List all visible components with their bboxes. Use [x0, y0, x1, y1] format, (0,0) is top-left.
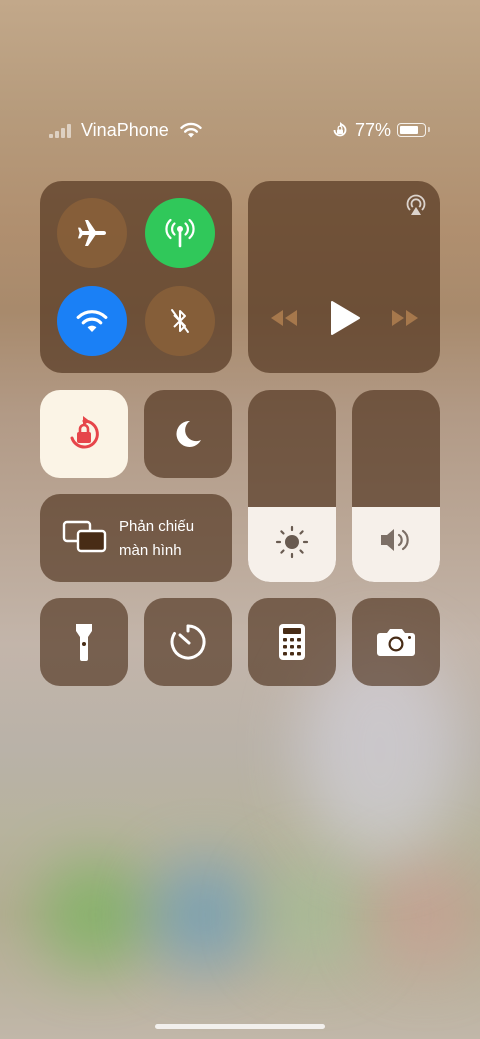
- rewind-icon: [271, 310, 297, 326]
- orientation-lock-icon: [331, 121, 349, 144]
- airplay-icon: [406, 194, 426, 215]
- wifi-icon: [76, 310, 108, 332]
- screen-mirroring-line1: Phản chiếu: [119, 518, 195, 535]
- wallpaper-blur: [260, 860, 370, 970]
- wifi-button[interactable]: [57, 286, 127, 356]
- connectivity-panel: [40, 181, 232, 373]
- airplane-icon: [78, 220, 106, 246]
- volume-slider[interactable]: [352, 390, 440, 582]
- moon-icon: [176, 420, 201, 447]
- camera-button[interactable]: [352, 598, 440, 686]
- camera-icon: [377, 629, 415, 656]
- airplane-mode-button[interactable]: [57, 198, 127, 268]
- fast-forward-button[interactable]: [389, 308, 421, 328]
- brightness-slider[interactable]: [248, 390, 336, 582]
- calculator-icon: [279, 624, 305, 660]
- home-indicator[interactable]: [155, 1024, 325, 1029]
- speaker-icon: [381, 529, 409, 551]
- battery-percent: 77%: [355, 120, 392, 140]
- play-icon: [331, 301, 360, 335]
- sun-icon: [275, 525, 309, 559]
- wallpaper-blur: [40, 860, 150, 970]
- play-button[interactable]: [328, 300, 362, 336]
- bluetooth-button[interactable]: [145, 286, 215, 356]
- orientation-lock-toggle[interactable]: [40, 390, 128, 478]
- flashlight-icon: [76, 624, 92, 661]
- wifi-icon: [179, 121, 203, 144]
- orientation-lock-icon: [70, 416, 99, 449]
- cellular-data-button[interactable]: [145, 198, 215, 268]
- cellular-data-icon: [165, 218, 195, 248]
- calculator-button[interactable]: [248, 598, 336, 686]
- carrier-name: VinaPhone: [81, 120, 169, 140]
- screen-mirroring-icon: [62, 520, 107, 553]
- media-panel: [248, 181, 440, 373]
- timer-icon: [170, 624, 206, 660]
- signal-icon: [49, 124, 75, 138]
- wallpaper-blur: [370, 860, 480, 970]
- rewind-button[interactable]: [268, 308, 300, 328]
- bluetooth-off-icon: [171, 309, 189, 333]
- fast-forward-icon: [392, 310, 418, 326]
- battery-icon: [397, 123, 430, 137]
- wallpaper-blur: [150, 860, 260, 970]
- screen-mirroring-label: Phản chiếu màn hình: [119, 515, 194, 563]
- timer-button[interactable]: [144, 598, 232, 686]
- airplay-button[interactable]: [404, 193, 428, 217]
- do-not-disturb-toggle[interactable]: [144, 390, 232, 478]
- flashlight-button[interactable]: [40, 598, 128, 686]
- status-bar: VinaPhone 77%: [0, 118, 480, 144]
- screen-mirroring-line2: màn hình: [119, 542, 182, 559]
